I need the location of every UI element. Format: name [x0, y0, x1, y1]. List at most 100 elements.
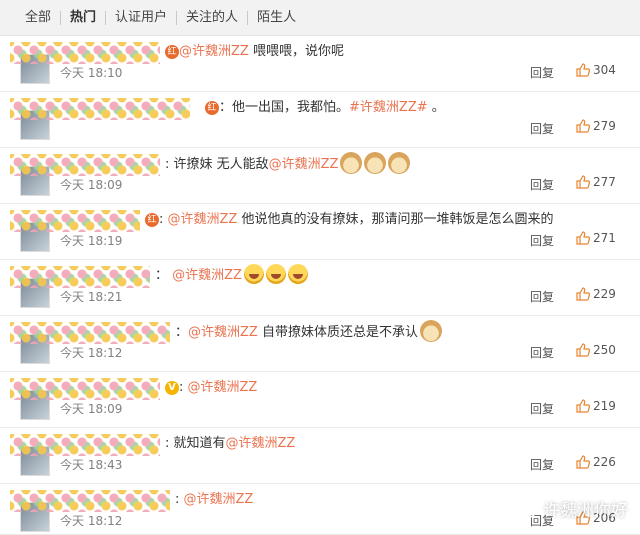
comment-item: 红：他一出国，我都怕。#许魏洲ZZ# 。回复 279: [0, 92, 640, 148]
reply-button[interactable]: 回复: [530, 120, 554, 137]
thumbs-up-icon: [576, 119, 590, 133]
comment-timestamp: 今天 18:21: [60, 290, 123, 304]
mention-link[interactable]: @许魏洲ZZ: [188, 380, 258, 395]
comment-timestamp: 今天 18:12: [60, 346, 123, 360]
comment-timestamp: 今天 18:10: [60, 66, 123, 80]
like-button[interactable]: 219: [576, 399, 616, 413]
comment-text-part: 喂喂喂，说你呢: [248, 44, 344, 59]
redacted-username: [10, 490, 170, 512]
redacted-username: [10, 98, 190, 120]
doge-emoji-icon: [364, 152, 387, 174]
thumbs-up-icon: [576, 399, 590, 413]
verified-badge-icon: V: [165, 381, 179, 395]
reply-button[interactable]: 回复: [530, 400, 554, 417]
comment-text-part: ：: [155, 268, 173, 283]
mention-link[interactable]: @许魏洲ZZ: [226, 436, 296, 451]
comment-item: 红 @许魏洲ZZ 喂喂喂，说你呢今天 18:10 回复 304: [0, 36, 640, 92]
mention-link[interactable]: @许魏洲ZZ: [188, 325, 258, 340]
laugh-emoji-icon: [243, 264, 264, 284]
thumbs-up-icon: [576, 63, 590, 77]
laugh-emoji-icon: [265, 264, 286, 284]
watermark-text: 许魏洲你好: [543, 501, 628, 521]
reply-button[interactable]: 回复: [530, 232, 554, 249]
like-count: 279: [593, 119, 616, 133]
mention-link[interactable]: @许魏洲ZZ: [172, 268, 242, 283]
mention-link[interactable]: #许魏洲ZZ#: [349, 100, 428, 115]
comment-text-part: ：: [175, 325, 189, 340]
comment-text-part: : 就知道有: [165, 436, 226, 451]
comment-timestamp: 今天 18:43: [60, 458, 123, 472]
tab-4[interactable]: 陌生人: [248, 0, 305, 36]
member-badge-icon: 红: [165, 45, 179, 59]
comment-text-part: :: [159, 212, 168, 227]
comment-item: V: @许魏洲ZZ 今天 18:09 回复 219: [0, 372, 640, 428]
like-count: 250: [593, 343, 616, 357]
like-button[interactable]: 279: [576, 119, 616, 133]
comment-text-part: ：他一出国，我都怕。: [219, 100, 350, 115]
redacted-username: [10, 42, 160, 64]
comment-filter-tabs: 全部 热门 认证用户 关注的人 陌生人: [0, 0, 640, 36]
comment-text-part: 。: [427, 100, 445, 115]
mention-link[interactable]: @许魏洲ZZ: [179, 44, 249, 59]
reply-button[interactable]: 回复: [530, 64, 554, 81]
comment-text-part: : 许撩妹 无人能敌: [165, 157, 269, 172]
doge-emoji-icon: [340, 152, 363, 174]
like-count: 271: [593, 231, 616, 245]
thumbs-up-icon: [576, 175, 590, 189]
comment-timestamp: 今天 18:09: [60, 402, 123, 416]
comment-item: : 就知道有@许魏洲ZZ 今天 18:43 回复 226: [0, 428, 640, 484]
laugh-emoji-icon: [287, 264, 308, 284]
reply-button[interactable]: 回复: [530, 176, 554, 193]
comment-timestamp: 今天 18:09: [60, 178, 123, 192]
comment-item: ：@许魏洲ZZ 自带撩妹体质还总是不承认今天 18:12 回复 250: [0, 316, 640, 372]
tab-1[interactable]: 热门: [61, 0, 105, 36]
wechat-logo-icon: [511, 498, 537, 518]
thumbs-up-icon: [576, 231, 590, 245]
comment-text-part: :: [175, 492, 184, 507]
member-badge-icon: 红: [205, 101, 219, 115]
comment-text-part: :: [179, 380, 188, 395]
like-button[interactable]: 277: [576, 175, 616, 189]
thumbs-up-icon: [576, 343, 590, 357]
comment-item: : 许撩妹 无人能敌@许魏洲ZZ 今天 18:09 回复 277: [0, 148, 640, 204]
mention-link[interactable]: @许魏洲ZZ: [168, 212, 238, 227]
redacted-username: [10, 210, 140, 232]
comment-text: : @许魏洲ZZ: [175, 488, 253, 507]
comment-text: V: @许魏洲ZZ: [165, 376, 257, 395]
tab-2[interactable]: 认证用户: [106, 0, 176, 36]
like-button[interactable]: 271: [576, 231, 616, 245]
comment-text: 红: @许魏洲ZZ 他说他真的没有撩妹，那请问那一堆韩饭是怎么圆来的: [145, 208, 553, 227]
comment-text: ： @许魏洲ZZ: [155, 264, 308, 284]
redacted-username: [10, 378, 160, 400]
comment-text-part: 他说他真的没有撩妹，那请问那一堆韩饭是怎么圆来的: [237, 212, 554, 227]
like-button[interactable]: 229: [576, 287, 616, 301]
reply-button[interactable]: 回复: [530, 344, 554, 361]
doge-emoji-icon: [388, 152, 411, 174]
comment-text: 红 @许魏洲ZZ 喂喂喂，说你呢: [165, 40, 344, 59]
tab-0[interactable]: 全部: [16, 0, 60, 36]
like-count: 219: [593, 399, 616, 413]
redacted-username: [10, 434, 160, 456]
redacted-username: [10, 322, 170, 344]
thumbs-up-icon: [576, 287, 590, 301]
comment-item: ： @许魏洲ZZ 今天 18:21 回复 229: [0, 260, 640, 316]
comment-text-part: 自带撩妹体质还总是不承认: [257, 325, 418, 340]
mention-link[interactable]: @许魏洲ZZ: [269, 157, 339, 172]
comment-text: ：@许魏洲ZZ 自带撩妹体质还总是不承认: [175, 320, 442, 342]
reply-button[interactable]: 回复: [530, 288, 554, 305]
comment-text: 红：他一出国，我都怕。#许魏洲ZZ# 。: [205, 96, 445, 115]
like-count: 226: [593, 455, 616, 469]
like-count: 229: [593, 287, 616, 301]
tab-3[interactable]: 关注的人: [177, 0, 247, 36]
watermark: 许魏洲你好: [511, 496, 628, 521]
comment-text: : 就知道有@许魏洲ZZ: [165, 432, 295, 451]
like-button[interactable]: 226: [576, 455, 616, 469]
member-badge-icon: 红: [145, 213, 159, 227]
comment-timestamp: 今天 18:19: [60, 234, 123, 248]
mention-link[interactable]: @许魏洲ZZ: [184, 492, 254, 507]
like-button[interactable]: 250: [576, 343, 616, 357]
redacted-username: [10, 154, 160, 176]
reply-button[interactable]: 回复: [530, 456, 554, 473]
comment-timestamp: 今天 18:12: [60, 514, 123, 528]
like-button[interactable]: 304: [576, 63, 616, 77]
